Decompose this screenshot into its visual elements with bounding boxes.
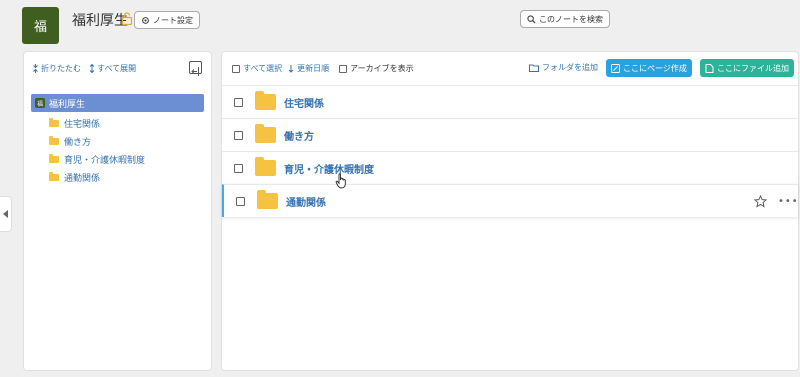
search-icon [527, 14, 536, 24]
select-all-label: すべて選択 [243, 64, 283, 73]
expand-all-label: すべて展開 [97, 64, 137, 73]
tree-item[interactable]: 住宅関係 [49, 117, 100, 130]
tree-root-label: 福利厚生 [49, 99, 86, 110]
hide-sidebar-button[interactable] [189, 61, 202, 76]
tree-item-label: 通勤関係 [64, 174, 101, 184]
folder-row[interactable]: 育児・介護休暇制度 [222, 151, 798, 184]
sidebar-toggle-tab[interactable] [0, 196, 12, 232]
row-checkbox[interactable] [234, 97, 243, 107]
row-checkbox[interactable] [236, 196, 245, 206]
main-toolbar: すべて選択 更新日順 アーカイブを表示 [232, 63, 414, 74]
note-logo: 福 [22, 7, 59, 44]
expand-all-button[interactable]: すべて展開 [89, 63, 136, 74]
select-all-checkbox[interactable]: すべて選択 [232, 63, 282, 74]
note-title: 福利厚生 [72, 13, 128, 29]
chevron-left-icon [3, 210, 8, 218]
show-archive-label: アーカイブを表示 [350, 64, 414, 73]
folder-name[interactable]: 働き方 [284, 128, 314, 143]
row-checkbox[interactable] [234, 130, 243, 140]
tree-item-label: 働き方 [64, 138, 92, 148]
sort-label: 更新日順 [297, 64, 330, 73]
folder-icon [255, 124, 276, 143]
gear-icon [142, 16, 149, 24]
hand-cursor-icon [335, 173, 346, 189]
folder-icon [255, 157, 276, 176]
show-archive-toggle[interactable]: アーカイブを表示 [339, 63, 414, 74]
edit-page-icon [611, 63, 620, 73]
add-file-icon [705, 63, 714, 73]
note-mini-logo: 福 [35, 98, 45, 108]
sidebar-toolbar: 折りたたむ すべて展開 [32, 63, 136, 74]
note-settings-button[interactable]: ノート設定 [134, 11, 200, 29]
folder-row[interactable]: 働き方 [222, 118, 798, 151]
search-note-button[interactable]: このノートを検索 [520, 10, 610, 28]
collapse-all-label: 折りたたむ [41, 64, 81, 73]
star-icon[interactable] [754, 194, 767, 208]
checkbox[interactable] [232, 64, 240, 73]
tree-item[interactable]: 働き方 [49, 135, 91, 148]
checkbox[interactable] [339, 64, 348, 73]
folder-outline-icon [529, 64, 539, 72]
add-folder-button[interactable]: フォルダを追加 [529, 62, 598, 73]
tree-item-label: 住宅関係 [64, 120, 101, 130]
folder-row[interactable]: 通勤関係 ••• [222, 184, 798, 217]
expand-arrows-icon [89, 64, 95, 73]
collapse-all-button[interactable]: 折りたたむ [32, 63, 81, 74]
tree-item-label: 育児・介護休暇制度 [64, 156, 146, 166]
folder-icon [49, 136, 59, 145]
folder-icon [49, 118, 59, 127]
create-page-label: ここにページ作成 [623, 63, 687, 73]
folder-name[interactable]: 育児・介護休暇制度 [284, 161, 374, 176]
row-checkbox[interactable] [234, 163, 243, 173]
main-panel: すべて選択 更新日順 アーカイブを表示 フォルダを追加 ここにページ作成 ここに… [221, 51, 799, 371]
arrow-down-icon [288, 64, 294, 73]
tree-root-item[interactable]: 福 福利厚生 [31, 94, 204, 112]
folder-icon [257, 190, 278, 209]
folder-icon [255, 91, 276, 110]
collapse-arrows-icon [33, 64, 38, 73]
add-file-button[interactable]: ここにファイル追加 [700, 59, 794, 77]
tree-item[interactable]: 育児・介護休暇制度 [49, 153, 145, 166]
more-options-icon[interactable]: ••• [778, 196, 799, 207]
sidebar: 折りたたむ すべて展開 福 福利厚生 住宅関係 働き方 育児・介護休暇制度 通勤… [23, 51, 212, 371]
search-note-label: このノートを検索 [539, 14, 603, 24]
create-page-button[interactable]: ここにページ作成 [606, 59, 692, 77]
folder-row[interactable]: 住宅関係 [222, 85, 798, 118]
add-folder-label: フォルダを追加 [542, 63, 598, 72]
folder-name[interactable]: 住宅関係 [284, 95, 324, 110]
note-settings-label: ノート設定 [153, 15, 193, 25]
folder-name[interactable]: 通勤関係 [286, 194, 326, 209]
panel-collapse-icon [191, 67, 199, 76]
folder-icon [49, 172, 59, 181]
sort-button[interactable]: 更新日順 [288, 63, 329, 74]
add-file-label: ここにファイル追加 [717, 63, 789, 73]
folder-icon [49, 154, 59, 163]
lock-icon [121, 12, 133, 25]
tree-item[interactable]: 通勤関係 [49, 171, 100, 184]
